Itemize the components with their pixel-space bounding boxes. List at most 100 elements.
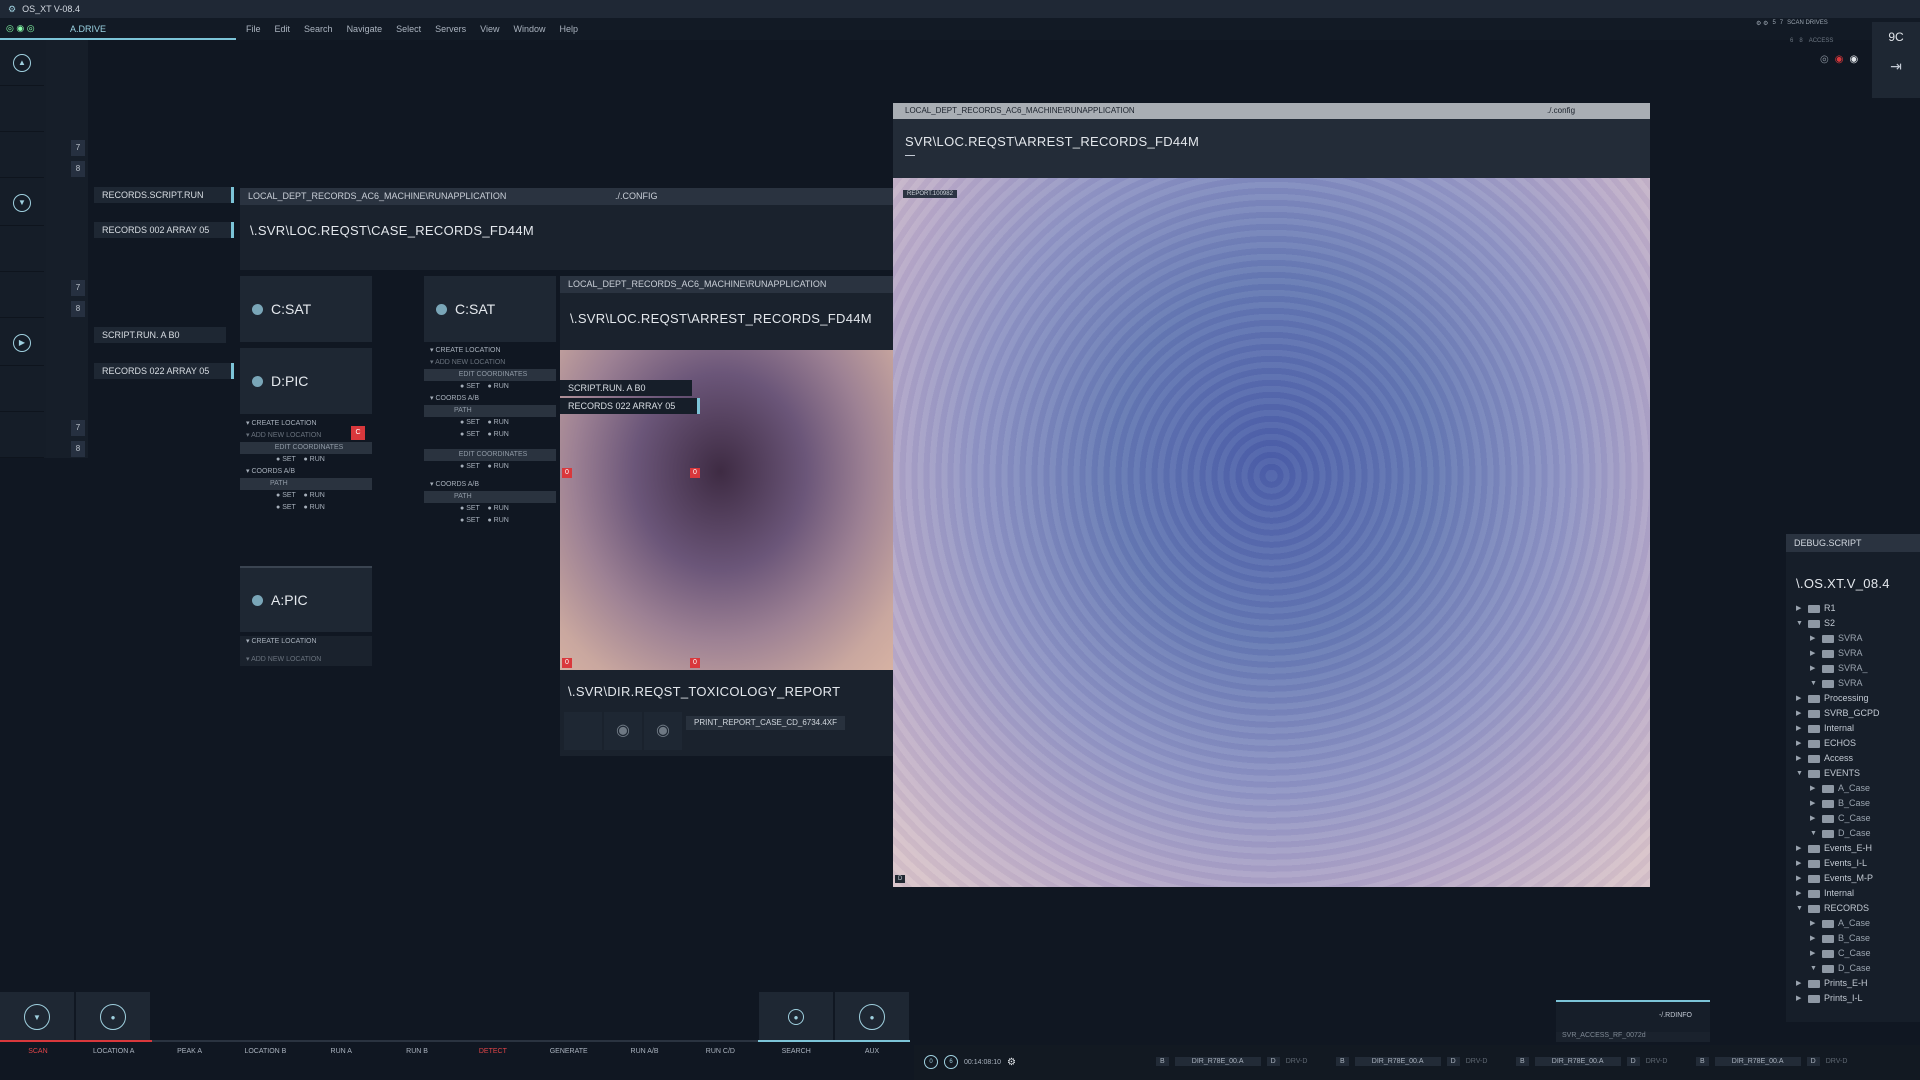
tab-location-b[interactable]: LOCATION B bbox=[227, 1040, 304, 1060]
tree-node[interactable]: ▶ B_Case bbox=[1796, 931, 1920, 946]
expand-toggle-icon[interactable]: ▼ bbox=[1810, 961, 1818, 976]
expand-toggle-icon[interactable]: ▶ bbox=[1796, 991, 1804, 1006]
tree-node[interactable]: ▶ Internal bbox=[1796, 721, 1920, 736]
expand-toggle-icon[interactable]: ▶ bbox=[1810, 796, 1818, 811]
drive-file[interactable]: DIR_R78E_00.A bbox=[1714, 1057, 1801, 1066]
export-icon[interactable]: ⇥ bbox=[1872, 58, 1920, 75]
marker-badge[interactable]: 0 bbox=[562, 658, 572, 668]
edit-coordinates-button[interactable]: EDIT COORDINATES bbox=[240, 442, 372, 454]
tox-target-icon[interactable]: ◉ bbox=[604, 712, 642, 750]
set-run-toggle[interactable]: ● SET ● RUN bbox=[424, 429, 556, 441]
set-run-toggle[interactable]: ● SET ● RUN bbox=[424, 417, 556, 429]
menu-help[interactable]: Help bbox=[560, 24, 579, 34]
menu-edit[interactable]: Edit bbox=[275, 24, 291, 34]
records-tag[interactable]: RECORDS 022 ARRAY 05 bbox=[94, 363, 234, 379]
tree-node[interactable]: ▶ B_Case bbox=[1796, 796, 1920, 811]
rail-down-button[interactable]: ▼ bbox=[0, 180, 44, 226]
tree-node[interactable]: ▼ S2 bbox=[1796, 616, 1920, 631]
tree-node[interactable]: ▶ C_Case bbox=[1796, 811, 1920, 826]
rail-play-button[interactable]: ▶ bbox=[0, 320, 44, 366]
tab-run-b[interactable]: RUN B bbox=[379, 1040, 455, 1060]
expand-toggle-icon[interactable]: ▶ bbox=[1810, 646, 1818, 661]
rdinfo-label[interactable]: -/.RDINFO bbox=[1556, 1002, 1710, 1019]
tree-node[interactable]: ▶ Prints_E-H bbox=[1796, 976, 1920, 991]
expand-toggle-icon[interactable]: ▶ bbox=[1796, 721, 1804, 736]
tree-node[interactable]: ▶ C_Case bbox=[1796, 946, 1920, 961]
tree-node[interactable]: ▶ Events_I-L bbox=[1796, 856, 1920, 871]
set-run-toggle[interactable]: ● SET ● RUN bbox=[424, 381, 556, 393]
tab-location-a[interactable]: LOCATION A bbox=[75, 1040, 152, 1060]
tree-node[interactable]: ▼ D_Case bbox=[1796, 961, 1920, 976]
set-run-toggle[interactable]: ● SET ● RUN bbox=[424, 503, 556, 515]
tree-node[interactable]: ▼ RECORDS bbox=[1796, 901, 1920, 916]
drive-file[interactable]: DIR_R78E_00.A bbox=[1174, 1057, 1261, 1066]
script-tag[interactable]: RECORDS.SCRIPT.RUN bbox=[94, 187, 234, 203]
tox-target-icon[interactable]: ◉ bbox=[644, 712, 682, 750]
expand-toggle-icon[interactable]: ▶ bbox=[1796, 751, 1804, 766]
script-tag[interactable]: SCRIPT.RUN. A B0 bbox=[94, 327, 226, 343]
light-icon[interactable]: ◎ bbox=[1820, 54, 1829, 65]
tree-node[interactable]: ▶ A_Case bbox=[1796, 781, 1920, 796]
set-run-toggle[interactable]: ● SET ● RUN bbox=[240, 454, 372, 466]
tree-node[interactable]: ▶ R1 bbox=[1796, 601, 1920, 616]
coords-ab-toggle[interactable]: ▾ COORDS A/B bbox=[424, 479, 556, 491]
script-tag[interactable]: SCRIPT.RUN. A B0 bbox=[560, 380, 692, 396]
records-tag[interactable]: RECORDS 022 ARRAY 05 bbox=[560, 398, 700, 414]
app-logo-icon[interactable]: ⚙ bbox=[8, 4, 16, 15]
tree-node[interactable]: ▼ D_Case bbox=[1796, 826, 1920, 841]
expand-toggle-icon[interactable]: ▶ bbox=[1796, 976, 1804, 991]
expand-toggle-icon[interactable]: ▶ bbox=[1810, 781, 1818, 796]
marker-badge[interactable]: 0 bbox=[690, 658, 700, 668]
tab-run-a[interactable]: RUN A bbox=[303, 1040, 380, 1060]
settings-icon[interactable]: ⚙ ⚙ bbox=[1756, 20, 1768, 27]
records-tag[interactable]: RECORDS 002 ARRAY 05 bbox=[94, 222, 234, 238]
menu-servers[interactable]: Servers bbox=[435, 24, 466, 34]
tree-node[interactable]: ▶ Processing bbox=[1796, 691, 1920, 706]
search-button[interactable]: ● bbox=[759, 992, 833, 1042]
expand-toggle-icon[interactable]: ▶ bbox=[1810, 946, 1818, 961]
record-icon[interactable]: ◉ bbox=[1849, 54, 1858, 65]
viewer-config[interactable]: ./.config bbox=[1547, 103, 1575, 119]
scan-drives-label[interactable]: SCAN DRIVES bbox=[1787, 20, 1828, 27]
expand-toggle-icon[interactable]: ▶ bbox=[1796, 601, 1804, 616]
location-a-button[interactable]: ● bbox=[76, 992, 150, 1042]
expand-toggle-icon[interactable]: ▼ bbox=[1796, 766, 1804, 781]
edit-coordinates-button[interactable]: EDIT COORDINATES bbox=[424, 449, 556, 461]
tree-node[interactable]: ▶ SVRA_ bbox=[1796, 661, 1920, 676]
add-location-button[interactable]: ▾ ADD NEW LOCATION bbox=[424, 357, 556, 369]
tree-node[interactable]: ▶ SVRB_GCPD bbox=[1796, 706, 1920, 721]
tab-run-cd[interactable]: RUN C/D bbox=[682, 1040, 759, 1060]
alert-icon[interactable]: ◉ bbox=[1835, 54, 1844, 65]
expand-toggle-icon[interactable]: ▼ bbox=[1796, 901, 1804, 916]
tree-node[interactable]: ▼ SVRA bbox=[1796, 676, 1920, 691]
scan-button[interactable]: ▼ bbox=[0, 992, 74, 1042]
drive-file[interactable]: DIR_R78E_00.A bbox=[1534, 1057, 1621, 1066]
menu-navigate[interactable]: Navigate bbox=[347, 24, 383, 34]
tree-node[interactable]: ▶ SVRA bbox=[1796, 631, 1920, 646]
set-run-toggle[interactable]: ● SET ● RUN bbox=[424, 461, 556, 473]
expand-toggle-icon[interactable]: ▶ bbox=[1810, 661, 1818, 676]
rail-up-button[interactable]: ▲ bbox=[0, 40, 44, 86]
menu-select[interactable]: Select bbox=[396, 24, 421, 34]
tree-node[interactable]: ▶ A_Case bbox=[1796, 916, 1920, 931]
edit-coordinates-button[interactable]: EDIT COORDINATES bbox=[424, 369, 556, 381]
scan-image[interactable]: REPORT.100982 D bbox=[893, 178, 1650, 887]
coords-ab-toggle[interactable]: ▾ COORDS A/B bbox=[424, 393, 556, 405]
add-location-button[interactable]: ▾ ADD NEW LOCATION bbox=[240, 654, 372, 666]
drive-csat[interactable]: C:SAT bbox=[240, 276, 372, 342]
tab-run-ab[interactable]: RUN A/B bbox=[606, 1040, 683, 1060]
set-run-toggle[interactable]: ● SET ● RUN bbox=[240, 490, 372, 502]
set-run-toggle[interactable]: ● SET ● RUN bbox=[240, 502, 372, 514]
tab-generate[interactable]: GENERATE bbox=[530, 1040, 607, 1060]
tree-node[interactable]: ▶ Events_M-P bbox=[1796, 871, 1920, 886]
expand-toggle-icon[interactable]: ▶ bbox=[1810, 931, 1818, 946]
settings-icon[interactable]: ⚙ bbox=[1007, 1057, 1016, 1068]
menu-file[interactable]: File bbox=[246, 24, 261, 34]
expand-toggle-icon[interactable]: ▶ bbox=[1796, 706, 1804, 721]
counter-icon[interactable]: 6 bbox=[944, 1055, 958, 1069]
expand-toggle-icon[interactable]: ▶ bbox=[1810, 916, 1818, 931]
tree-node[interactable]: ▶ Prints_I-L bbox=[1796, 991, 1920, 1006]
tree-node[interactable]: ▶ Events_E-H bbox=[1796, 841, 1920, 856]
drive-csat[interactable]: C:SAT bbox=[424, 276, 556, 342]
create-location-button[interactable]: ▾ CREATE LOCATION bbox=[424, 345, 556, 357]
